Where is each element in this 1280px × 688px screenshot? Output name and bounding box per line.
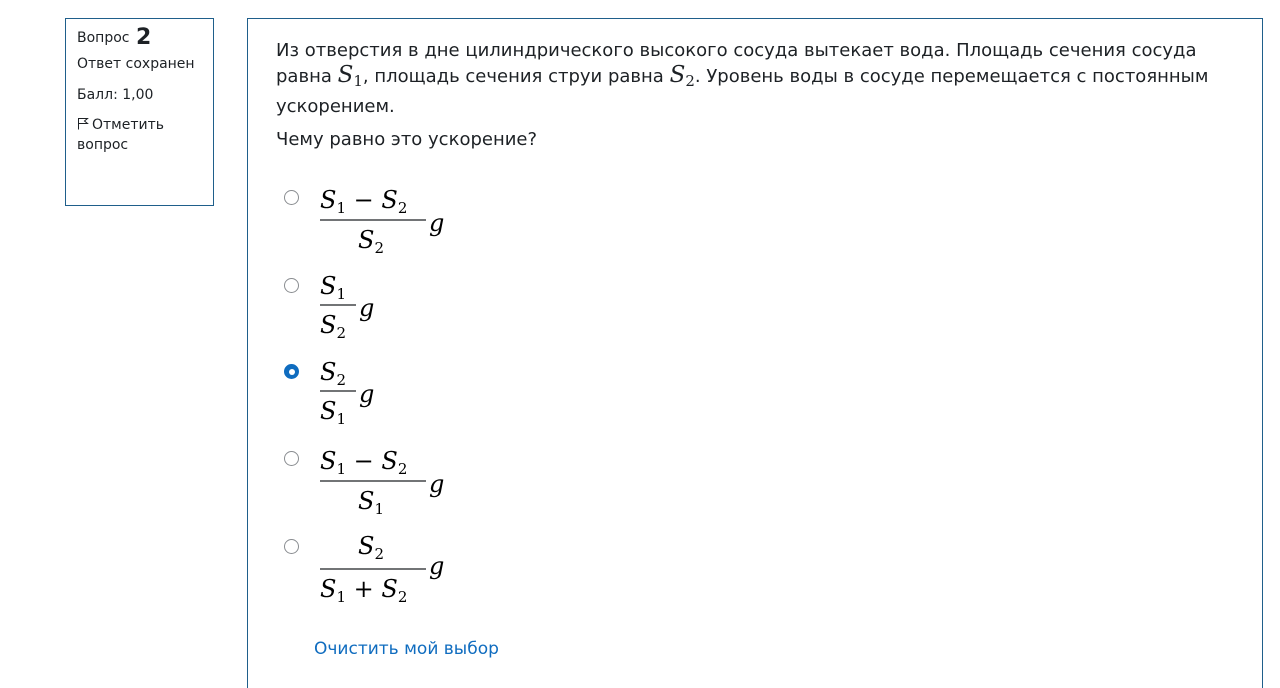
question-number: 2	[135, 25, 152, 50]
formula-5-factor: g	[429, 552, 444, 580]
answer-formula-2: S1 S2 g	[320, 272, 374, 342]
answer-option-3[interactable]: S2 S1 g	[284, 358, 684, 438]
formula-4-denominator: S1	[358, 487, 384, 518]
flag-question-button[interactable]: Отметить вопрос	[77, 115, 202, 155]
question-content: Из отверстия в дне цилиндрического высок…	[247, 18, 1263, 688]
formula-2-denominator: S2	[320, 311, 346, 342]
question-text-part2: , площадь сечения струи равна	[362, 66, 670, 87]
formula-5-numerator: S2	[358, 532, 384, 563]
answer-formula-5: S2 S1 + S2 g	[320, 532, 444, 606]
answer-option-1[interactable]: S1 − S2 S2 g	[284, 185, 684, 265]
formula-5-denominator: S1 + S2	[320, 575, 407, 606]
math-symbol-s2: S2	[669, 62, 695, 91]
question-label: Вопрос	[77, 30, 130, 46]
formula-4-numerator: S1 − S2	[320, 447, 407, 478]
answer-option-5[interactable]: S2 S1 + S2 g	[284, 532, 684, 614]
formula-1-denominator: S2	[358, 226, 384, 257]
answer-radio-3[interactable]	[284, 364, 299, 379]
question-text: Из отверстия в дне цилиндрического высок…	[276, 38, 1251, 119]
formula-3-factor: g	[359, 380, 374, 408]
answer-option-4[interactable]: S1 − S2 S1 g	[284, 446, 684, 526]
formula-4-factor: g	[429, 470, 444, 498]
answer-option-2[interactable]: S1 S2 g	[284, 272, 684, 353]
answer-formula-3: S2 S1 g	[320, 358, 374, 428]
flag-question-label: Отметить вопрос	[77, 117, 165, 153]
formula-3-numerator: S2	[320, 358, 346, 389]
formula-2-numerator: S1	[320, 272, 346, 303]
formula-1-numerator: S1 − S2	[320, 186, 407, 217]
clear-choice-link[interactable]: Очистить мой выбор	[314, 639, 499, 659]
question-state: Ответ сохранен	[77, 56, 195, 72]
formula-2-factor: g	[359, 294, 374, 322]
answer-radio-4[interactable]	[284, 451, 299, 466]
flag-icon	[78, 118, 89, 130]
math-symbol-s1: S1	[337, 62, 363, 91]
question-prompt: Чему равно это ускорение?	[276, 129, 538, 150]
formula-3-denominator: S1	[320, 397, 346, 428]
question-grade: Балл: 1,00	[77, 87, 154, 103]
answer-radio-1[interactable]	[284, 190, 299, 205]
answer-radio-5[interactable]	[284, 539, 299, 554]
question-info-panel: Вопрос 2 Ответ сохранен Балл: 1,00 Отмет…	[65, 18, 214, 206]
question-number-row: Вопрос 2	[77, 25, 202, 50]
answer-radio-2[interactable]	[284, 278, 299, 293]
formula-1-factor: g	[429, 209, 444, 237]
answer-formula-4: S1 − S2 S1 g	[320, 447, 444, 518]
answer-formula-1: S1 − S2 S2 g	[320, 186, 444, 257]
